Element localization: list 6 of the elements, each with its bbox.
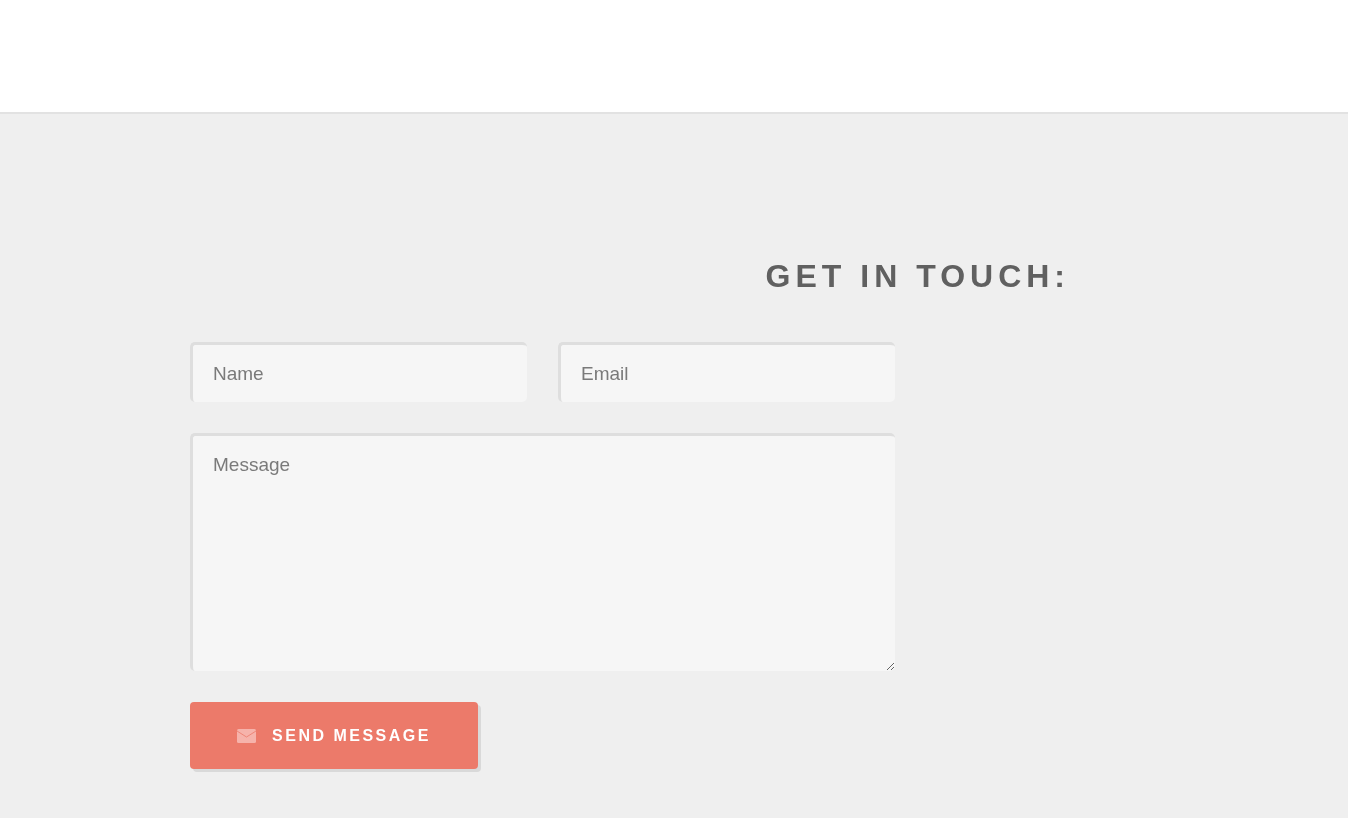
section-heading: GET IN TOUCH:	[764, 257, 1070, 296]
message-field[interactable]: Message	[190, 433, 895, 671]
email-field[interactable]: Email	[558, 342, 895, 402]
send-message-button[interactable]: SEND MESSAGE	[190, 702, 478, 769]
name-field[interactable]: Name	[190, 342, 527, 402]
envelope-icon	[237, 728, 257, 743]
